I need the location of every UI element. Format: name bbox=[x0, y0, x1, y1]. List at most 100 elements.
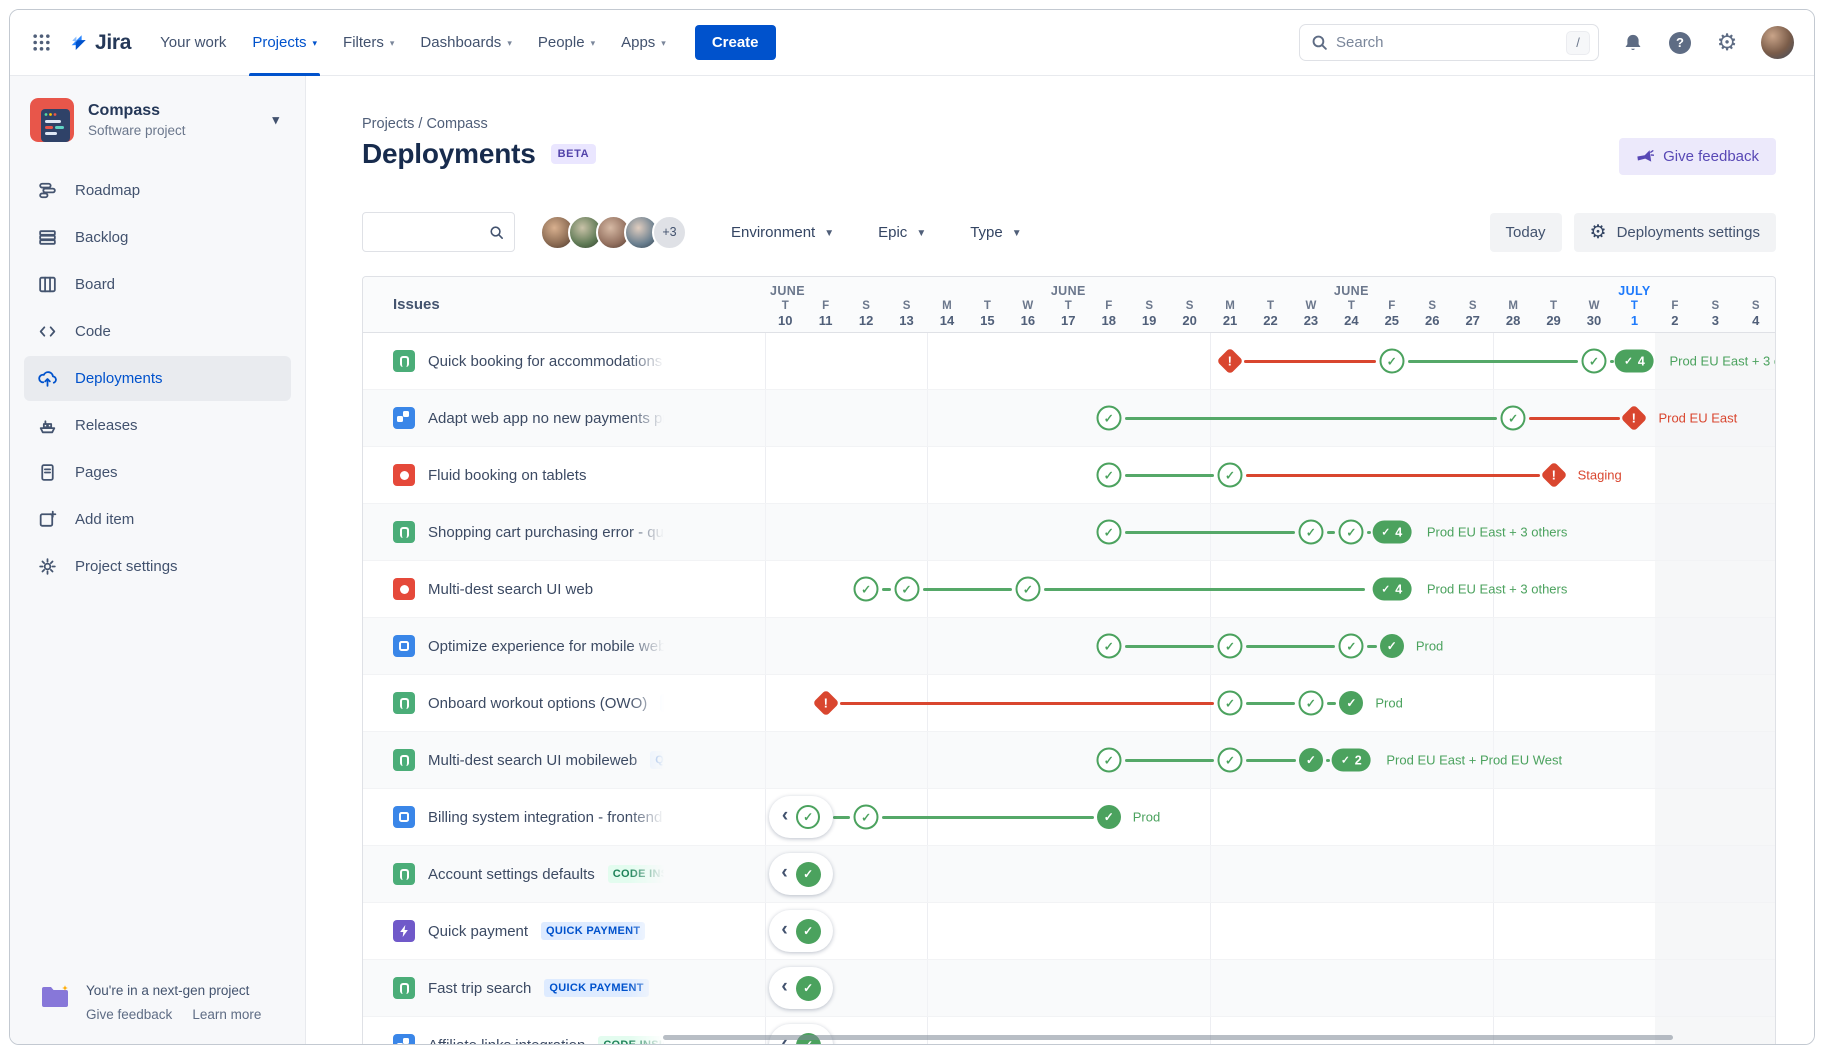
collapse-deployments-button[interactable]: ‹✓ bbox=[769, 796, 833, 838]
deployment-success-marker[interactable]: ✓ bbox=[1582, 349, 1607, 374]
deployment-count-pill[interactable]: ✓4 bbox=[1372, 578, 1411, 601]
nav-item-dashboards[interactable]: Dashboards▾ bbox=[407, 10, 524, 76]
issue-row-shopping-cart-purchasing-error-quick-fix[interactable]: Shopping cart purchasing error - quick f… bbox=[363, 504, 1775, 561]
issue-row-onboard-workout-options-owo[interactable]: Onboard workout options (OWO)QUICK P!✓✓✓… bbox=[363, 675, 1775, 732]
deployment-warning-marker[interactable]: ! bbox=[1621, 405, 1648, 432]
issue-title: Onboard workout options (OWO) bbox=[428, 695, 647, 712]
deployment-success-filled-marker[interactable]: ✓ bbox=[1299, 748, 1323, 772]
issue-row-quick-payment[interactable]: Quick paymentQUICK PAYMENT‹✓ bbox=[363, 903, 1775, 960]
collapse-deployments-button[interactable]: ‹✓ bbox=[769, 1024, 833, 1044]
deployment-success-marker[interactable]: ✓ bbox=[1096, 520, 1121, 545]
collapse-deployments-button[interactable]: ‹✓ bbox=[769, 910, 833, 952]
deployment-success-filled-marker[interactable]: ✓ bbox=[1097, 805, 1121, 829]
issue-row-multi-dest-search-ui-mobileweb[interactable]: Multi-dest search UI mobilewebQUICK PA✓✓… bbox=[363, 732, 1775, 789]
issue-title: Optimize experience for mobile web bbox=[428, 638, 666, 655]
global-search[interactable]: / bbox=[1299, 24, 1599, 61]
create-button[interactable]: Create bbox=[695, 25, 776, 60]
project-switcher[interactable]: Compass Software project ▾ bbox=[18, 92, 297, 144]
issue-row-account-settings-defaults[interactable]: Account settings defaultsCODE INSIGHTS‹✓ bbox=[363, 846, 1775, 903]
deployment-count-pill[interactable]: ✓4 bbox=[1615, 350, 1654, 373]
issue-row-fast-trip-search[interactable]: Fast trip searchQUICK PAYMENT‹✓ bbox=[363, 960, 1775, 1017]
deployment-success-marker[interactable]: ✓ bbox=[1339, 634, 1364, 659]
sidebar-item-board[interactable]: Board bbox=[24, 262, 291, 307]
chevron-down-icon[interactable]: ▾ bbox=[272, 112, 279, 128]
horizontal-scrollbar[interactable] bbox=[663, 1035, 1673, 1040]
chevron-left-icon: ‹ bbox=[782, 805, 788, 827]
breadcrumb[interactable]: Projects / Compass bbox=[362, 116, 488, 132]
deployment-success-marker[interactable]: ✓ bbox=[1096, 406, 1121, 431]
issue-row-fluid-booking-on-tablets[interactable]: Fluid booking on tablets✓✓!Staging bbox=[363, 447, 1775, 504]
deployment-success-marker[interactable]: ✓ bbox=[1218, 691, 1243, 716]
filter-dropdown-epic[interactable]: Epic▼ bbox=[878, 224, 926, 241]
deployment-success-marker[interactable]: ✓ bbox=[1379, 349, 1404, 374]
deployment-connector bbox=[1246, 645, 1335, 648]
settings-gear-icon[interactable]: ⚙ bbox=[1714, 30, 1740, 56]
sidebar-item-backlog[interactable]: Backlog bbox=[24, 215, 291, 260]
notifications-bell-icon[interactable] bbox=[1620, 30, 1646, 56]
issue-row-multi-dest-search-ui-web[interactable]: Multi-dest search UI web✓✓✓✓4Prod EU Eas… bbox=[363, 561, 1775, 618]
nav-item-people[interactable]: People▾ bbox=[525, 10, 608, 76]
search-input[interactable] bbox=[1336, 34, 1558, 51]
issue-row-adapt-web-app-no-new-payments-provider[interactable]: Adapt web app no new payments provider✓✓… bbox=[363, 390, 1775, 447]
deployment-success-marker[interactable]: ✓ bbox=[1298, 691, 1323, 716]
sidebar-give-feedback-link[interactable]: Give feedback bbox=[86, 1007, 172, 1022]
deployment-count-pill[interactable]: ✓2 bbox=[1332, 749, 1371, 772]
deployment-success-filled-marker[interactable]: ✓ bbox=[1380, 634, 1404, 658]
sidebar-item-code[interactable]: Code bbox=[24, 309, 291, 354]
deployment-warning-marker[interactable]: ! bbox=[1217, 348, 1244, 375]
issues-filter-input[interactable] bbox=[373, 224, 489, 240]
deployment-count-pill[interactable]: ✓4 bbox=[1372, 521, 1411, 544]
deployment-success-marker[interactable]: ✓ bbox=[894, 577, 919, 602]
timeline-week: JUNEM14T15W16T17F18S19S20 bbox=[927, 277, 1210, 333]
timeline-week: JULYM28T29W30T1F2S3S4 bbox=[1493, 277, 1776, 333]
sidebar-item-roadmap[interactable]: Roadmap bbox=[24, 168, 291, 213]
deployment-success-marker[interactable]: ✓ bbox=[1298, 520, 1323, 545]
nav-item-your-work[interactable]: Your work bbox=[147, 10, 239, 76]
sidebar-item-project-settings[interactable]: Project settings bbox=[24, 544, 291, 589]
today-button[interactable]: Today bbox=[1490, 213, 1562, 252]
deployment-warning-marker[interactable]: ! bbox=[1540, 462, 1567, 489]
issues-column-header: Issues bbox=[393, 296, 440, 313]
nav-item-apps[interactable]: Apps▾ bbox=[608, 10, 679, 76]
nav-item-filters[interactable]: Filters▾ bbox=[330, 10, 407, 76]
deployment-success-marker[interactable]: ✓ bbox=[854, 577, 879, 602]
issues-filter-search[interactable] bbox=[362, 212, 515, 252]
environment-label: Prod bbox=[1416, 639, 1443, 654]
deployment-success-filled-marker[interactable]: ✓ bbox=[1339, 691, 1363, 715]
user-avatar[interactable] bbox=[1761, 26, 1794, 59]
issue-title: Quick booking for accommodations bbox=[428, 353, 662, 370]
filter-dropdown-environment[interactable]: Environment▼ bbox=[731, 224, 834, 241]
help-icon[interactable]: ? bbox=[1667, 30, 1693, 56]
deployment-success-marker[interactable]: ✓ bbox=[1096, 463, 1121, 488]
issue-row-optimize-experience-for-mobile-web[interactable]: Optimize experience for mobile webCOD✓✓✓… bbox=[363, 618, 1775, 675]
sidebar-item-add-item[interactable]: Add item bbox=[24, 497, 291, 542]
deployment-success-marker[interactable]: ✓ bbox=[1096, 634, 1121, 659]
avatar-overflow-count[interactable]: +3 bbox=[652, 215, 687, 250]
jira-logo[interactable]: Jira bbox=[60, 30, 145, 55]
deployment-success-marker[interactable]: ✓ bbox=[1096, 748, 1121, 773]
filter-dropdown-type[interactable]: Type▼ bbox=[970, 224, 1021, 241]
assignee-avatars[interactable]: +3 bbox=[540, 215, 687, 250]
nav-item-projects[interactable]: Projects▾ bbox=[239, 10, 330, 76]
chevron-down-icon: ▾ bbox=[507, 38, 512, 49]
sidebar-item-deployments[interactable]: Deployments bbox=[24, 356, 291, 401]
issue-row-quick-booking-for-accommodations[interactable]: Quick booking for accommodationsQUIC!✓✓✓… bbox=[363, 333, 1775, 390]
collapse-deployments-button[interactable]: ‹✓ bbox=[769, 853, 833, 895]
sidebar-item-pages[interactable]: Pages bbox=[24, 450, 291, 495]
sidebar-learn-more-link[interactable]: Learn more bbox=[192, 1007, 261, 1022]
issue-row-billing-system-integration-frontend[interactable]: Billing system integration - frontendQUI… bbox=[363, 789, 1775, 846]
sidebar-item-releases[interactable]: Releases bbox=[24, 403, 291, 448]
collapse-deployments-button[interactable]: ‹✓ bbox=[769, 967, 833, 1009]
deployment-success-marker[interactable]: ✓ bbox=[1339, 520, 1364, 545]
deployment-success-marker[interactable]: ✓ bbox=[1218, 634, 1243, 659]
deployment-connector bbox=[1408, 360, 1578, 363]
deployment-success-marker[interactable]: ✓ bbox=[1218, 463, 1243, 488]
deployment-success-marker[interactable]: ✓ bbox=[1501, 406, 1526, 431]
app-switcher-icon[interactable] bbox=[24, 26, 58, 60]
give-feedback-button[interactable]: Give feedback bbox=[1619, 138, 1776, 175]
deployment-success-marker[interactable]: ✓ bbox=[1218, 748, 1243, 773]
deployment-success-marker[interactable]: ✓ bbox=[854, 805, 879, 830]
deployment-warning-marker[interactable]: ! bbox=[812, 690, 839, 717]
deployment-success-marker[interactable]: ✓ bbox=[1015, 577, 1040, 602]
deployments-settings-button[interactable]: ⚙ Deployments settings bbox=[1574, 213, 1776, 252]
